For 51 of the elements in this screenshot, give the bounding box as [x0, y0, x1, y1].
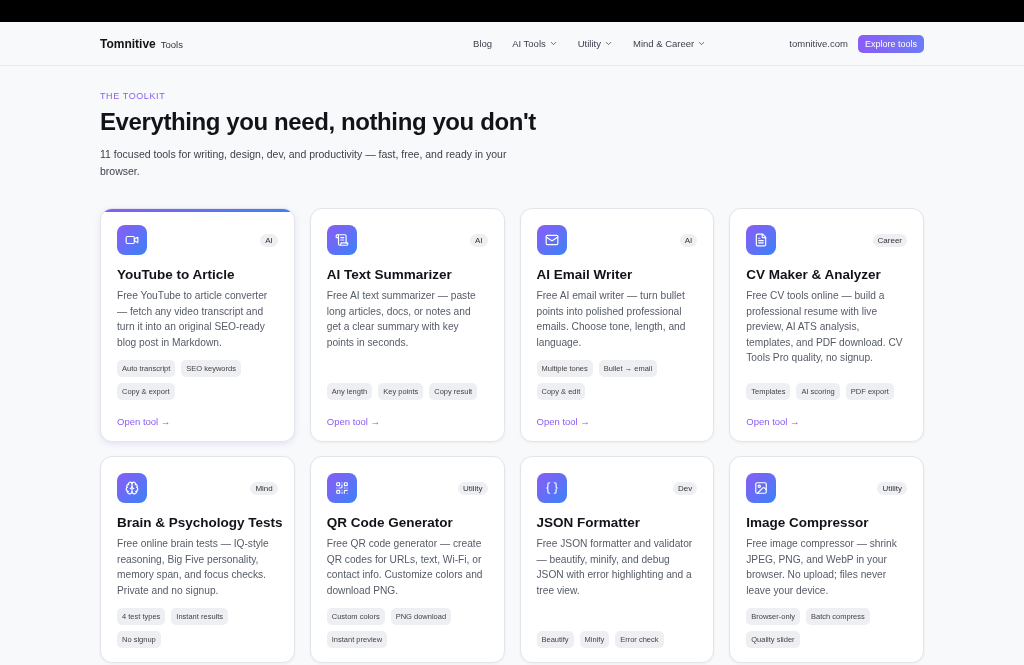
chevron-down-icon — [548, 39, 558, 48]
card-description: Free YouTube to article converter — fetch any video transcript and turn it into an original SEO-ready blog post in Markdown. — [117, 289, 269, 350]
card-title: YouTube to Article — [117, 267, 236, 282]
qr-code-icon — [326, 473, 357, 503]
category-badge: Dev — [673, 481, 698, 495]
open-tool-link[interactable]: Open tool → — [326, 416, 488, 427]
video-icon — [117, 225, 147, 255]
card-title: AI Text Summarizer — [326, 267, 453, 282]
card-description: Free CV tools online — build a professional resume with live preview, AI ATS analysis, templates, and PDF download. CV Tools Pro quality, no signup. — [746, 289, 904, 365]
nav-link[interactable]: Mind & Career — [633, 38, 707, 49]
category-badge: AI — [260, 233, 278, 247]
category-badge: AI — [469, 233, 488, 247]
nav-link[interactable]: AI Tools — [512, 38, 558, 49]
card-description: Free AI email writer — turn bullet points into polished professional emails. Choose tone, length, and language. — [536, 289, 687, 350]
brain-icon — [117, 473, 147, 503]
chevron-down-icon — [697, 39, 707, 48]
card-description: Free AI text summarizer — paste long articles, docs, or notes and get a clear summary with key points in seconds. — [326, 289, 477, 350]
open-tool-link[interactable]: Open tool → — [746, 416, 907, 427]
card-title: AI Email Writer — [536, 267, 634, 282]
nav-link[interactable]: Utility — [577, 38, 613, 49]
document-icon — [746, 225, 777, 255]
card-title: Image Compressor — [746, 515, 870, 530]
site-link[interactable]: tomnitive.com — [789, 38, 848, 49]
card-description: Free image compressor — shrink JPEG, PNG, and WebP in your browser. No upload; files never leave your device. — [746, 537, 898, 598]
brand-suffix: Tools — [160, 38, 183, 50]
scroll-icon — [326, 225, 357, 255]
category-badge: Utility — [877, 481, 907, 495]
nav-link[interactable]: Blog — [473, 38, 493, 49]
eyebrow-label: THE TOOLKIT — [100, 91, 167, 101]
brand-name[interactable]: Tomnitive — [100, 36, 156, 51]
category-badge: Mind — [250, 481, 278, 495]
image-icon — [746, 473, 777, 503]
category-badge: AI — [679, 233, 698, 247]
card-title: JSON Formatter — [536, 515, 642, 530]
card-description: Free QR code generator — create QR codes for URLs, text, Wi-Fi, or contact info. Customize colors and download PNG. — [326, 537, 484, 598]
card-description: Free online brain tests — IQ-style reasoning, Big Five personality, memory span, and focus checks. Private and no signup. — [117, 537, 270, 598]
card-title: QR Code Generator — [326, 515, 454, 530]
explore-button[interactable]: Explore tools — [857, 34, 924, 53]
chevron-down-icon — [604, 39, 613, 48]
mail-icon — [536, 225, 567, 255]
card-title: CV Maker & Analyzer — [746, 267, 882, 282]
page-subtitle: 11 focused tools for writing, design, dev, and productivity — fast, free, and ready in your browser. — [100, 147, 508, 179]
card-description: Free JSON formatter and validator — beautify, minify, and debug JSON with error highlighting and a tree view. — [536, 537, 694, 598]
open-tool-link[interactable]: Open tool → — [536, 416, 698, 427]
page-title: Everything you need, nothing you don't — [100, 108, 537, 136]
braces-icon — [536, 473, 567, 503]
tool-card[interactable] — [100, 208, 295, 442]
open-tool-link[interactable]: Open tool → — [117, 416, 278, 427]
category-badge: Utility — [457, 481, 488, 495]
tool-card[interactable] — [729, 208, 924, 442]
category-badge: Career — [872, 233, 907, 247]
